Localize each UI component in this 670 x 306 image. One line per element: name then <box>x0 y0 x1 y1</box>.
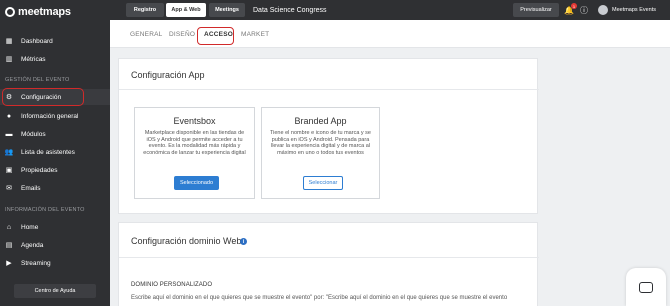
avatar[interactable] <box>598 5 608 15</box>
user-name[interactable]: Meetmaps Events <box>612 3 656 17</box>
tab-bar: GENERAL DISEÑO ACCESO MARKET <box>110 20 670 48</box>
tab-market[interactable]: MARKET <box>241 31 269 38</box>
sidebar-item-label: Dashboard <box>21 37 53 45</box>
config-web-card: Configuración dominio Web i DOMINIO PERS… <box>118 222 539 306</box>
sidebar: meetmaps ▦ Dashboard ▥ Métricas GESTIÓN … <box>0 0 110 306</box>
sidebar-item-label: Módulos <box>21 130 46 138</box>
sidebar-item-emails[interactable]: ✉ Emails <box>0 180 110 196</box>
card-title: Configuración dominio Web <box>131 236 242 246</box>
calendar-icon: ▤ <box>5 242 13 249</box>
selected-button[interactable]: Seleccionado <box>174 176 219 190</box>
sidebar-item-lista-asistentes[interactable]: 👥 Lista de asistentes <box>0 144 110 160</box>
sidebar-item-propiedades[interactable]: ▣ Propiedades <box>0 162 110 178</box>
home-icon: ⌂ <box>6 223 12 231</box>
section-subheading: DOMINIO PERSONALIZADO <box>131 282 213 288</box>
help-center-button[interactable]: Centro de Ayuda <box>14 284 96 298</box>
info-icon[interactable]: i <box>240 238 247 245</box>
sidebar-item-informacion-general[interactable]: ● Información general <box>0 108 110 124</box>
option-title: Branded App <box>294 116 347 126</box>
app-logo[interactable]: meetmaps <box>0 0 110 24</box>
sidebar-item-home[interactable]: ⌂ Home <box>0 219 110 235</box>
sidebar-item-label: Métricas <box>21 55 46 63</box>
option-title: Eventsbox <box>173 116 216 126</box>
config-app-card: Configuración App Eventsbox Marketplace … <box>118 58 539 214</box>
divider <box>119 89 539 90</box>
sidebar-item-metricas[interactable]: ▥ Métricas <box>0 51 110 67</box>
chat-button[interactable] <box>626 268 666 306</box>
sidebar-item-label: Emails <box>21 184 41 192</box>
help-circle-icon[interactable]: ⓘ <box>579 4 589 16</box>
sidebar-item-label: Lista de asistentes <box>21 148 75 156</box>
eventsbox-option[interactable]: Eventsbox Marketplace disponible en las … <box>134 107 255 199</box>
preview-button[interactable]: Previsualizar <box>513 3 559 17</box>
properties-icon: ▣ <box>5 167 13 174</box>
sidebar-item-agenda[interactable]: ▤ Agenda <box>0 237 110 253</box>
dashboard-icon: ▦ <box>5 38 13 45</box>
segment-app-web[interactable]: App & Web <box>166 3 206 17</box>
tab-general[interactable]: GENERAL <box>130 31 162 38</box>
option-description: Tiene el nombre e icono de tu marca y se… <box>270 130 371 157</box>
branded-app-option[interactable]: Branded App Tiene el nombre e icono de t… <box>261 107 380 199</box>
sidebar-item-label: Streaming <box>21 259 51 267</box>
section-heading-event: GESTIÓN DEL EVENTO <box>5 77 70 83</box>
segment-meetings[interactable]: Meetings <box>209 3 245 17</box>
option-description: Marketplace disponible en las tiendas de… <box>143 130 246 157</box>
info-icon: ● <box>6 112 12 120</box>
top-bar: Registro App & Web Meetings Data Science… <box>110 0 670 20</box>
event-name: Data Science Congress <box>253 6 327 14</box>
logo-mark-icon <box>5 7 15 17</box>
annotation-highlight <box>2 88 84 106</box>
card-title: Configuración App <box>131 70 205 80</box>
sidebar-item-dashboard[interactable]: ▦ Dashboard <box>0 33 110 49</box>
section-heading-info: INFORMACIÓN DEL EVENTO <box>5 207 85 213</box>
sidebar-item-label: Propiedades <box>21 166 58 174</box>
sidebar-item-label: Home <box>21 223 39 231</box>
divider <box>119 257 539 258</box>
tab-diseno[interactable]: DISEÑO <box>169 31 195 38</box>
segment-registro[interactable]: Registro <box>126 3 164 17</box>
notification-badge: 1 <box>571 3 577 9</box>
email-icon: ✉ <box>6 185 12 192</box>
streaming-icon: ▶ <box>6 260 12 267</box>
annotation-highlight <box>197 27 234 45</box>
sidebar-item-label: Agenda <box>21 241 44 249</box>
logo-text: meetmaps <box>18 6 71 18</box>
sidebar-item-streaming[interactable]: ▶ Streaming <box>0 255 110 271</box>
modules-icon: ▬ <box>5 130 13 138</box>
select-button[interactable]: Seleccionar <box>303 176 343 190</box>
users-icon: 👥 <box>4 149 14 156</box>
domain-description: Escribe aquí el dominio en el que quiere… <box>131 295 508 301</box>
chart-icon: ▥ <box>5 56 13 63</box>
sidebar-item-label: Información general <box>21 112 79 120</box>
chat-bubble-icon <box>639 281 653 293</box>
sidebar-item-modulos[interactable]: ▬ Módulos <box>0 126 110 142</box>
